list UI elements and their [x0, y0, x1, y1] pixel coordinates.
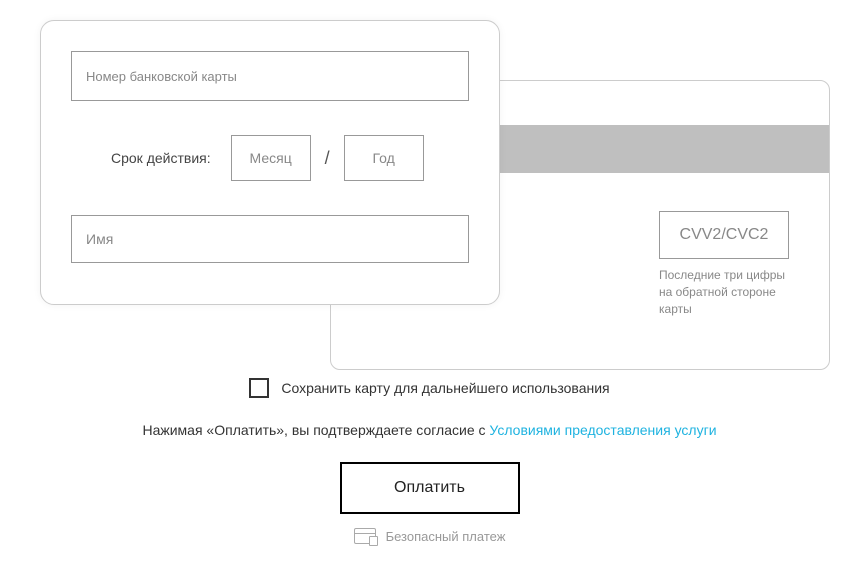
expiry-row: Срок действия: / — [71, 135, 469, 181]
save-card-row: Сохранить карту для дальнейшего использо… — [0, 378, 859, 398]
pay-button[interactable]: Оплатить — [340, 462, 520, 514]
card-number-input[interactable] — [71, 51, 469, 101]
expiry-month-input[interactable] — [231, 135, 311, 181]
cvv-input[interactable] — [659, 211, 789, 259]
expiry-label: Срок действия: — [111, 150, 211, 166]
agreement-prefix: Нажимая «Оплатить», вы подтверждаете сог… — [142, 422, 489, 438]
secure-payment-label: Безопасный платеж — [386, 529, 506, 544]
cardholder-name-input[interactable] — [71, 215, 469, 263]
cvv-group: Последние три цифры на обратной стороне … — [659, 211, 789, 317]
expiry-year-input[interactable] — [344, 135, 424, 181]
card-front: Срок действия: / — [40, 20, 500, 305]
terms-link[interactable]: Условиями предоставления услуги — [489, 422, 716, 438]
expiry-slash: / — [325, 148, 330, 169]
secure-payment-row: Безопасный платеж — [0, 528, 859, 544]
cvv-hint: Последние три цифры на обратной стороне … — [659, 267, 789, 317]
agreement-text: Нажимая «Оплатить», вы подтверждаете сог… — [0, 422, 859, 438]
lock-card-icon — [354, 528, 376, 544]
card-area: Последние три цифры на обратной стороне … — [40, 20, 830, 360]
save-card-label: Сохранить карту для дальнейшего использо… — [281, 380, 609, 396]
save-card-checkbox[interactable] — [249, 378, 269, 398]
